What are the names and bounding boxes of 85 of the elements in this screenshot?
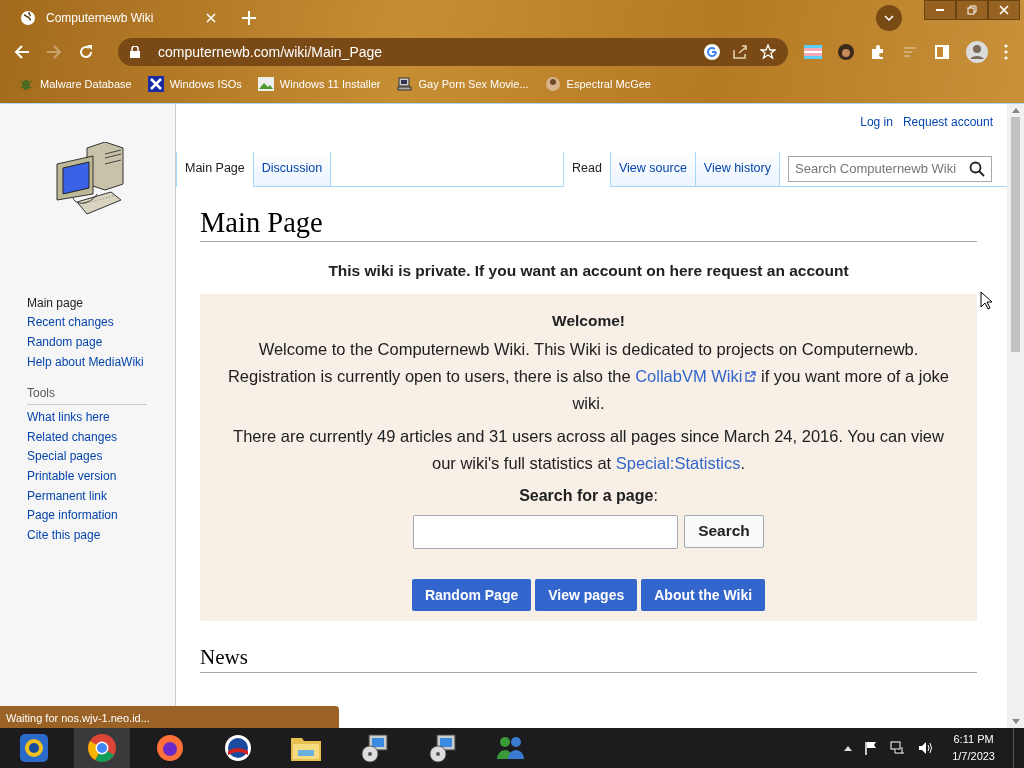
avatar-icon	[544, 76, 561, 92]
search-icon[interactable]	[969, 160, 985, 177]
page-tab[interactable]: Read	[563, 151, 611, 187]
lock-icon	[130, 46, 140, 58]
speaker-icon[interactable]	[918, 741, 935, 755]
sidebar-link[interactable]: Recent changes	[27, 313, 175, 334]
account-link[interactable]: Request account	[902, 114, 993, 133]
flag-icon[interactable]	[864, 741, 879, 755]
status-bubble: Waiting for nos.wjv-1.neo.id...	[0, 706, 339, 728]
x-logo-icon	[147, 76, 164, 92]
action-button[interactable]: View pages	[535, 578, 638, 611]
avatar-extension-icon[interactable]	[838, 44, 854, 60]
sidebar-link[interactable]: Permanent link	[27, 486, 175, 507]
bookmark[interactable]: Malware Database	[18, 76, 132, 92]
sidebar-link[interactable]: Printable version	[27, 467, 175, 487]
clock-time: 6:11 PM	[953, 732, 994, 747]
firefox-icon	[155, 733, 185, 763]
tools-heading: Tools	[27, 386, 147, 406]
notice-text: This wiki is private. If you want an account on here request an account	[327, 261, 850, 280]
menu-icon[interactable]	[1004, 44, 1008, 60]
scroll-thumb[interactable]	[1011, 116, 1020, 352]
bookmark[interactable]: Windows ISOs	[147, 76, 242, 92]
restore-button[interactable]	[956, 0, 988, 20]
sidebar-link[interactable]: Help about MediaWiki	[27, 352, 175, 373]
side-panel-icon[interactable]	[934, 44, 950, 60]
image-icon	[257, 76, 274, 92]
restore-icon	[967, 5, 977, 15]
circle-logo-icon	[223, 733, 253, 763]
search-button[interactable]: Search	[684, 514, 764, 548]
minimize-icon	[935, 9, 945, 11]
minimize-button[interactable]	[924, 0, 956, 20]
page-title: Main Page	[200, 206, 977, 242]
clock[interactable]: 6:11 PM 1/7/2023	[946, 731, 1001, 765]
installer-icon	[359, 733, 389, 763]
sidebar-link[interactable]: Page information	[27, 506, 175, 526]
close-button[interactable]	[988, 0, 1020, 20]
scroll-up-icon[interactable]	[1011, 107, 1020, 113]
wiki-link[interactable]: Special:Statistics	[615, 453, 741, 472]
sidebar-link[interactable]: What links here	[27, 408, 175, 428]
sidebar-link[interactable]: Related changes	[27, 427, 175, 448]
action-button[interactable]: About the Wiki	[641, 578, 766, 611]
taskbar-app[interactable]	[74, 728, 130, 768]
scrollbar[interactable]	[1007, 103, 1024, 728]
mouse-cursor	[980, 290, 992, 310]
network-icon[interactable]	[890, 741, 907, 755]
welcome-paragraph: There are currently 49 articles and 31 users across all pages since March 24, 2016. You can view our wiki's full statistics at Special:Statistics.	[232, 425, 945, 474]
globe-icon	[20, 9, 36, 26]
page-tab[interactable]: Main Page	[176, 151, 254, 187]
section-heading: News	[200, 644, 977, 673]
back-icon[interactable]	[14, 44, 30, 60]
star-icon[interactable]	[760, 44, 776, 60]
chrome-icon	[87, 733, 117, 763]
caret-icon	[884, 14, 894, 21]
tab-search-button[interactable]	[876, 4, 902, 31]
search-label: Search for a page:	[519, 486, 658, 505]
welcome-heading: Welcome!	[552, 311, 625, 330]
scroll-down-icon[interactable]	[1011, 719, 1020, 724]
welcome-paragraph: Welcome to the Computernewb Wiki. This Wiki is dedicated to projects on Computernewb. Registration is currently open to users, there is also the CollabVM Wiki if you want more of a joke wiki.	[226, 338, 951, 414]
close-icon	[999, 5, 1009, 15]
sidebar-link[interactable]: Random page	[27, 333, 175, 353]
sidebar-link[interactable]: Main page	[27, 293, 175, 314]
sidebar-link[interactable]: Special pages	[27, 447, 175, 467]
close-icon[interactable]	[206, 12, 216, 23]
google-icon[interactable]	[704, 44, 720, 60]
installer-icon	[427, 733, 457, 763]
sidebar-link[interactable]: Cite this page	[27, 525, 175, 546]
puzzle-icon[interactable]	[870, 44, 886, 60]
account-link[interactable]: Log in	[860, 114, 893, 133]
wiki-link[interactable]: CollabVM Wiki	[635, 366, 757, 385]
clock-date: 1/7/2023	[952, 749, 995, 764]
page-tab[interactable]: View source	[610, 151, 696, 186]
share-icon[interactable]	[732, 44, 748, 60]
profile-icon[interactable]	[966, 41, 988, 63]
page-tab[interactable]: Discussion	[253, 151, 332, 186]
new-tab-icon[interactable]	[242, 10, 256, 25]
computer-icon	[396, 76, 413, 92]
address-bar[interactable]: computernewb.com/wiki/Main_Page	[118, 38, 788, 66]
browser-tab[interactable]: Computernewb Wiki	[8, 0, 228, 35]
search-field[interactable]: Search Computernewb Wiki	[788, 155, 992, 182]
action-button[interactable]: Random Page	[411, 578, 532, 611]
reload-icon[interactable]	[78, 44, 94, 60]
search-input[interactable]	[413, 514, 679, 549]
page-tab[interactable]: View history	[695, 151, 780, 186]
show-hidden-icons-icon[interactable]	[844, 745, 853, 751]
start-orb-icon	[19, 733, 49, 763]
